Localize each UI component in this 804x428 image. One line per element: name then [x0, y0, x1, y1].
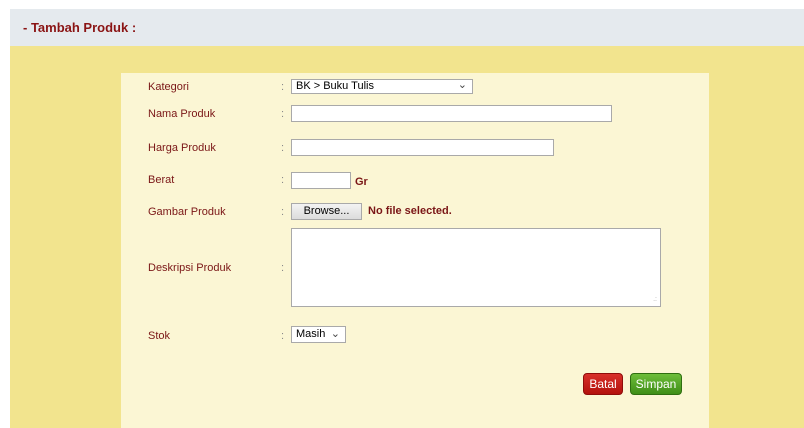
berat-label: Berat	[148, 174, 175, 186]
page-title: - Tambah Produk :	[23, 20, 137, 35]
page: - Tambah Produk : Kategori : BK > Buku T…	[0, 0, 804, 428]
gambar-produk-label: Gambar Produk	[148, 206, 226, 218]
chevron-down-icon: ⌄	[457, 79, 467, 91]
kategori-label: Kategori	[148, 81, 189, 93]
berat-colon: :	[281, 174, 285, 186]
nama-produk-label: Nama Produk	[148, 108, 216, 120]
stok-select[interactable]: Masih ⌄	[291, 326, 346, 343]
nama-produk-colon: :	[281, 108, 285, 120]
berat-unit: Gr	[355, 176, 368, 188]
deskripsi-produk-label: Deskripsi Produk	[148, 262, 232, 274]
page-header: - Tambah Produk :	[10, 9, 804, 46]
resize-grip-icon[interactable]: .:	[653, 296, 657, 303]
harga-produk-label: Harga Produk	[148, 142, 216, 154]
kategori-select-value: BK > Buku Tulis	[296, 80, 374, 92]
stok-select-value: Masih	[296, 328, 326, 340]
cancel-button[interactable]: Batal	[583, 373, 623, 395]
deskripsi-produk-colon: :	[281, 262, 285, 274]
kategori-select[interactable]: BK > Buku Tulis ⌄	[291, 79, 473, 94]
nama-produk-input[interactable]	[291, 105, 612, 122]
chevron-down-icon: ⌄	[330, 328, 340, 340]
stok-colon: :	[281, 330, 285, 342]
harga-produk-input[interactable]	[291, 139, 554, 156]
save-button[interactable]: Simpan	[630, 373, 682, 395]
file-status: No file selected.	[368, 205, 452, 217]
stok-label: Stok	[148, 330, 171, 342]
gambar-produk-colon: :	[281, 206, 285, 218]
harga-produk-colon: :	[281, 142, 285, 154]
deskripsi-produk-textarea[interactable]: .:	[291, 228, 661, 307]
kategori-colon: :	[281, 81, 285, 93]
berat-input[interactable]	[291, 172, 351, 189]
browse-button[interactable]: Browse...	[291, 203, 362, 220]
